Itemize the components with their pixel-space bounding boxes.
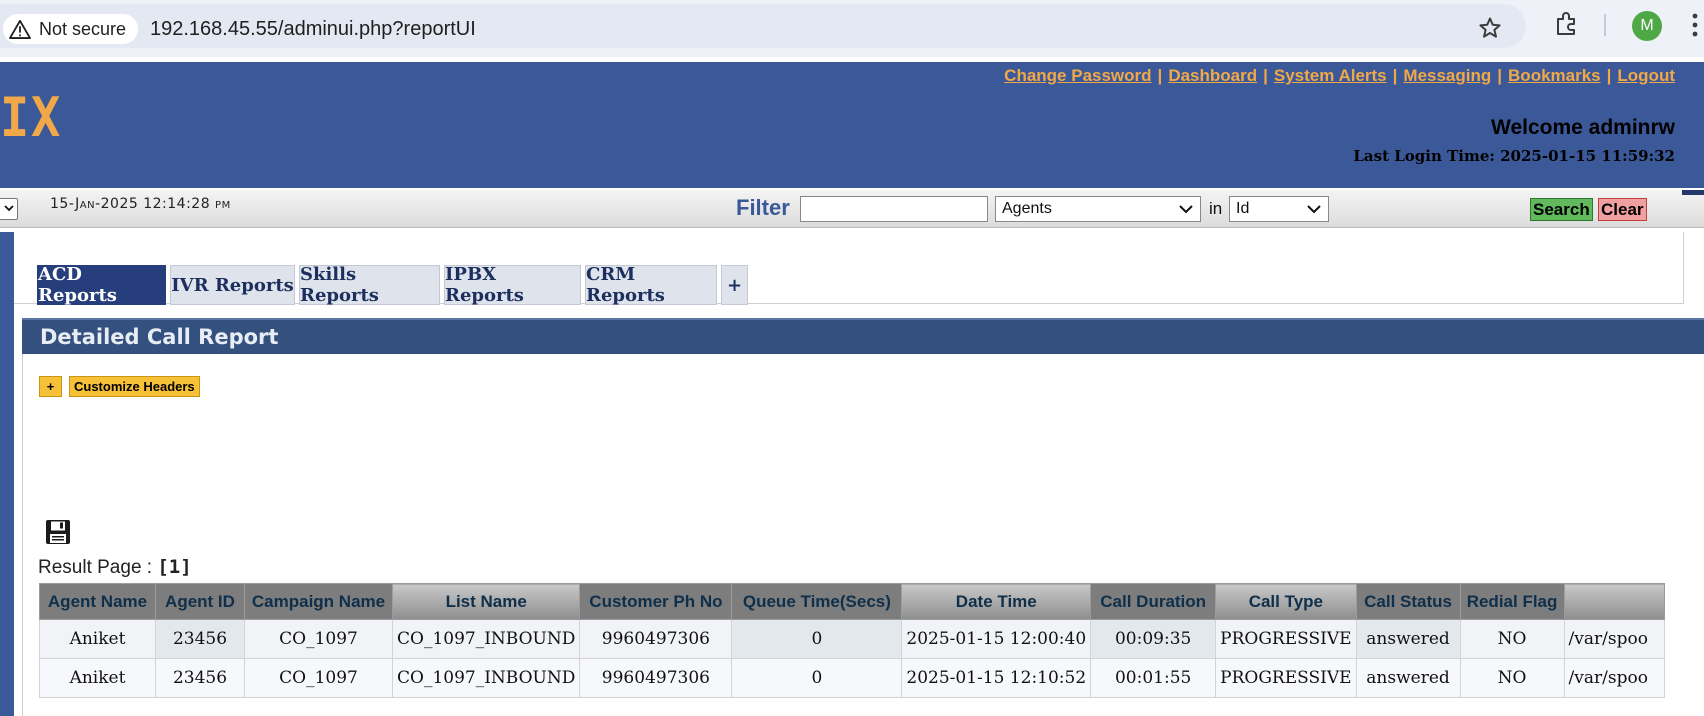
panel-edge (1682, 190, 1704, 195)
table-header-row: Agent Name Agent ID Campaign Name List N… (39, 583, 1665, 620)
tab-ipbx-reports[interactable]: IPBX Reports (444, 264, 581, 306)
table-cell: 0 (731, 619, 903, 659)
col-header[interactable]: Call Duration (1090, 583, 1217, 620)
filter-bar: 15-Jan-2025 12:14:28 pm Filter Agents in… (0, 190, 1704, 228)
col-header[interactable]: List Name (391, 583, 581, 620)
browser-menu-icon[interactable] (1692, 12, 1698, 38)
security-chip[interactable]: Not secure (3, 14, 139, 44)
table-row[interactable]: Aniket 23456 CO_1097 CO_1097_INBOUND 996… (39, 619, 1665, 659)
save-icon[interactable] (45, 519, 71, 545)
chevron-down-icon (1307, 205, 1321, 214)
link-separator: | (1497, 66, 1503, 85)
table-cell: PROGRESSIVE (1215, 619, 1357, 659)
filter-field-value: Id (1236, 200, 1250, 217)
logout-link[interactable]: Logout (1617, 66, 1675, 85)
col-header[interactable]: Campaign Name (244, 583, 393, 620)
in-label: in (1209, 199, 1223, 218)
table-cell: NO (1459, 619, 1565, 659)
top-nav-links: Change Password | Dashboard | System Alerts |… (1004, 66, 1675, 86)
link-separator: | (1606, 66, 1612, 85)
result-page-label: Result Page : (38, 557, 158, 578)
link-separator: | (1263, 66, 1268, 85)
extensions-icon[interactable] (1554, 11, 1580, 37)
tab-acd-reports[interactable]: ACD Reports (37, 264, 166, 306)
col-header[interactable]: Queue Time(Secs) (731, 583, 903, 620)
expand-button[interactable]: + (39, 376, 62, 397)
table-cell: CO_1097 (244, 658, 393, 698)
call-report-table: Agent Name Agent ID Campaign Name List N… (39, 583, 1665, 698)
customize-headers-button[interactable]: Customize Headers (69, 376, 200, 397)
result-page-link[interactable]: [1] (157, 556, 191, 578)
table-cell: /var/spoo (1563, 619, 1665, 659)
table-cell: 9960497306 (579, 619, 733, 659)
tab-crm-reports[interactable]: CRM Reports (585, 264, 717, 306)
table-cell: answered (1355, 619, 1461, 659)
filter-type-value: Agents (1002, 200, 1052, 217)
col-header[interactable]: Date Time (901, 583, 1092, 620)
table-cell: 00:09:35 (1090, 619, 1217, 659)
table-cell: 0 (731, 658, 903, 698)
result-page: Result Page : [1] (38, 556, 192, 579)
table-cell: 9960497306 (579, 658, 733, 698)
col-header[interactable]: Customer Ph No (579, 583, 733, 620)
menu-dropdown[interactable] (0, 198, 18, 220)
change-password-link[interactable]: Change Password (1004, 66, 1151, 85)
col-header[interactable]: Call Status (1355, 583, 1461, 620)
tab-ivr-reports[interactable]: IVR Reports (170, 265, 295, 305)
security-label: Not secure (39, 18, 127, 39)
col-header[interactable]: Call Type (1215, 583, 1357, 620)
filter-field-select[interactable]: Id (1229, 196, 1329, 222)
table-cell: 23456 (155, 658, 245, 698)
table-cell: 23456 (155, 619, 245, 659)
address-bar[interactable]: Not secure 192.168.45.55/adminui.php?rep… (0, 4, 1526, 48)
col-header[interactable]: Agent ID (155, 583, 245, 620)
table-cell: answered (1355, 658, 1461, 698)
table-row[interactable]: Aniket 23456 CO_1097 CO_1097_INBOUND 996… (39, 658, 1665, 698)
table-cell: 00:01:55 (1090, 658, 1217, 698)
tab-skills-reports[interactable]: Skills Reports (299, 264, 440, 306)
table-cell: CO_1097_INBOUND (391, 658, 581, 698)
app-header: IX Change Password | Dashboard | System Aler… (0, 62, 1704, 188)
col-header[interactable]: Redial Flag (1459, 583, 1565, 620)
tab-add[interactable]: + (721, 265, 748, 305)
welcome-message: Welcome adminrw (1491, 116, 1675, 139)
link-separator: | (1392, 66, 1398, 85)
current-datetime: 15-Jan-2025 12:14:28 pm (50, 196, 231, 212)
col-header[interactable]: Agent Name (39, 583, 156, 620)
table-cell: 2025-01-15 12:00:40 (901, 619, 1092, 659)
report-header: Detailed Call Report (22, 318, 1704, 354)
filter-input[interactable] (800, 196, 988, 222)
warning-icon (9, 19, 31, 39)
bookmark-star-icon[interactable] (1478, 16, 1502, 40)
bookmarks-link[interactable]: Bookmarks (1508, 66, 1601, 85)
messaging-link[interactable]: Messaging (1403, 66, 1491, 85)
link-separator: | (1157, 66, 1163, 85)
chevron-down-icon (4, 205, 14, 212)
table-cell: PROGRESSIVE (1215, 658, 1357, 698)
system-alerts-link[interactable]: System Alerts (1274, 66, 1387, 85)
last-login-time: Last Login Time: 2025-01-15 11:59:32 (1353, 147, 1675, 165)
filter-label: Filter (736, 195, 790, 220)
app-logo: IX (0, 86, 63, 149)
table-cell: Aniket (39, 658, 156, 698)
left-sidebar-strip (0, 232, 14, 716)
table-cell: /var/spoo (1563, 658, 1665, 698)
col-header[interactable] (1563, 583, 1665, 620)
search-button[interactable]: Search (1530, 198, 1593, 221)
profile-avatar[interactable]: M (1632, 11, 1662, 41)
clear-button[interactable]: Clear (1598, 198, 1647, 221)
table-cell: 2025-01-15 12:10:52 (901, 658, 1092, 698)
table-cell: NO (1459, 658, 1565, 698)
report-title: Detailed Call Report (40, 325, 279, 349)
table-cell: CO_1097_INBOUND (391, 619, 581, 659)
filter-type-select[interactable]: Agents (995, 196, 1201, 222)
chevron-down-icon (1179, 205, 1193, 214)
toolbar-separator (1604, 14, 1606, 36)
table-cell: CO_1097 (244, 619, 393, 659)
dashboard-link[interactable]: Dashboard (1168, 66, 1257, 85)
url-text[interactable]: 192.168.45.55/adminui.php?reportUI (150, 18, 476, 41)
table-cell: Aniket (39, 619, 156, 659)
browser-toolbar: Not secure 192.168.45.55/adminui.php?rep… (0, 0, 1704, 57)
